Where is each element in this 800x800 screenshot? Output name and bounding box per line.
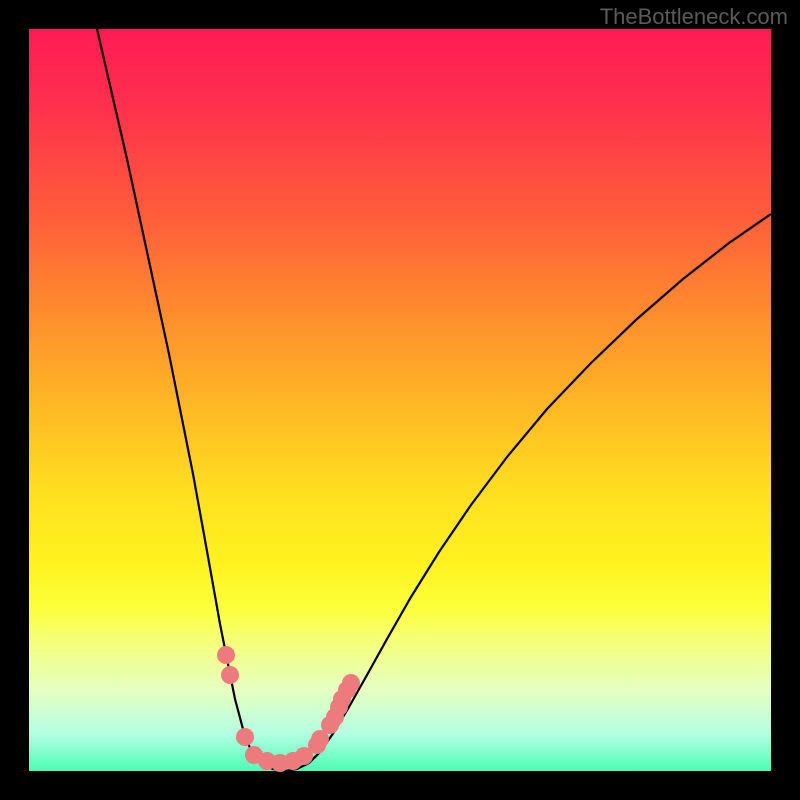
chart-frame: TheBottleneck.com (0, 0, 800, 800)
data-marker (236, 728, 254, 746)
data-marker (217, 646, 235, 664)
data-marker (221, 666, 239, 684)
plot-area (29, 29, 771, 771)
curve-left (97, 29, 285, 771)
data-marker (342, 674, 360, 692)
curve-svg (29, 29, 771, 771)
watermark-text: TheBottleneck.com (600, 4, 788, 30)
